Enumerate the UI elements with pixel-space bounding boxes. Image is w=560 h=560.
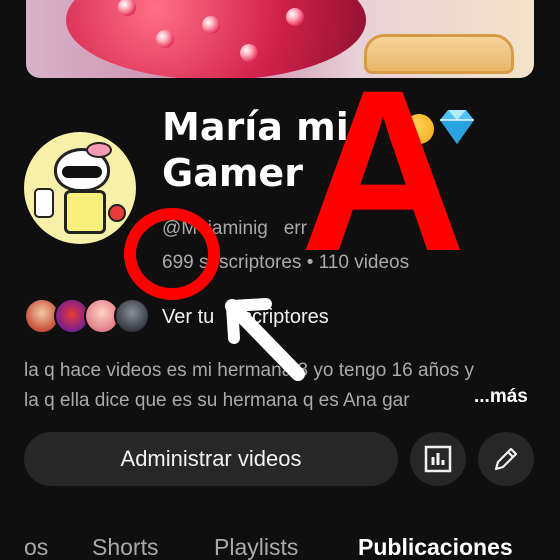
tab-playlists[interactable]: Playlists: [214, 534, 298, 560]
subscriber-avatar: [114, 298, 150, 334]
avatar-bow: [86, 142, 112, 158]
avatar-milk-drawing: [34, 188, 54, 218]
banner-bread-image: [364, 34, 514, 74]
avatar-glasses: [62, 166, 102, 178]
more-link[interactable]: ...más: [470, 386, 528, 408]
analytics-button[interactable]: [410, 432, 466, 486]
description-line: la q ella dice que es su hermana q es An…: [24, 390, 410, 411]
pencil-icon: [494, 447, 518, 471]
emoji-face-icon: [404, 114, 434, 144]
tab-shorts[interactable]: Shorts: [92, 534, 158, 560]
channel-banner: [26, 0, 534, 78]
manage-videos-button[interactable]: Administrar videos: [24, 432, 398, 486]
tab-publicaciones[interactable]: Publicaciones: [358, 534, 513, 560]
subscriber-avatars[interactable]: [24, 298, 154, 336]
channel-stats: 699 suscriptores • 110 videos: [162, 252, 409, 274]
description-line: la q hace videos es mi hermana:3 yo teng…: [24, 360, 474, 381]
view-subscribers-label: Ver tu uscriptores: [162, 306, 329, 328]
banner-bead: [286, 8, 304, 26]
banner-bead: [240, 44, 258, 62]
banner-bead: [202, 16, 220, 34]
manage-videos-label: Administrar videos: [120, 446, 302, 471]
banner-jar-image: [66, 0, 366, 78]
bar-chart-icon: [424, 445, 452, 473]
avatar-apple: [108, 204, 126, 222]
channel-description[interactable]: la q hace videos es mi hermana:3 yo teng…: [24, 356, 540, 416]
channel-tabs: os Shorts Playlists Publicaciones: [0, 530, 560, 560]
avatar-cat-body: [64, 190, 106, 234]
channel-name-text: María mi Gamer: [162, 105, 349, 195]
channel-handle-text: @M iaminig err: [162, 218, 307, 239]
stats-separator: •: [306, 252, 314, 273]
subscriber-count: 699 suscriptores: [162, 252, 302, 273]
view-subscribers-link[interactable]: Ver tu uscriptores: [162, 306, 329, 329]
channel-avatar[interactable]: [24, 132, 136, 244]
video-count: 110 videos: [318, 252, 410, 273]
banner-bead: [156, 30, 174, 48]
channel-handle: @M iaminig err: [162, 218, 307, 240]
edit-button[interactable]: [478, 432, 534, 486]
tab-videos[interactable]: os: [24, 534, 48, 560]
diamond-emoji-icon: [440, 110, 474, 144]
